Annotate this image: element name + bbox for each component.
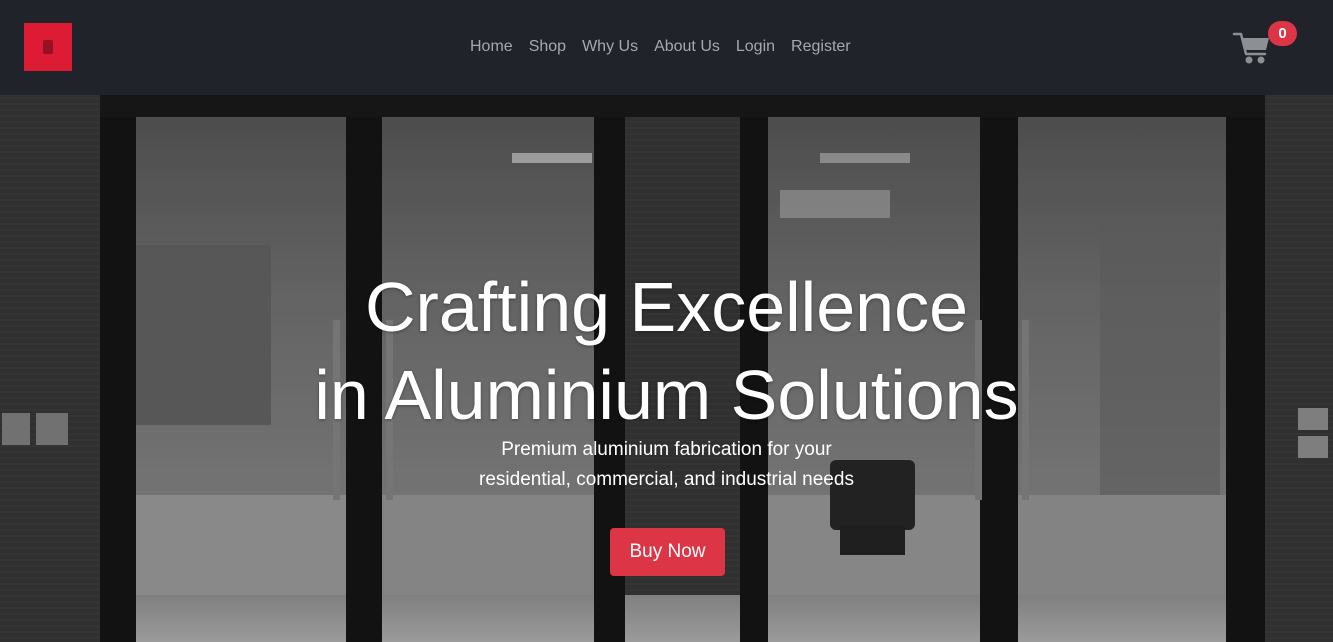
logo-mark-icon: [43, 40, 53, 54]
buy-now-button[interactable]: Buy Now: [610, 528, 725, 576]
nav-shop[interactable]: Shop: [529, 36, 566, 58]
nav-about-us[interactable]: About Us: [654, 36, 720, 58]
nav-register[interactable]: Register: [791, 36, 851, 58]
nav-login[interactable]: Login: [736, 36, 775, 58]
hero-section: Crafting Excellence in Aluminium Solutio…: [0, 95, 1333, 642]
hero-subtitle-line-1: Premium aluminium fabrication for your: [501, 439, 832, 460]
hero-title: Crafting Excellence in Aluminium Solutio…: [0, 263, 1333, 439]
hero-title-line-1: Crafting Excellence: [364, 268, 969, 346]
hero-title-line-2: in Aluminium Solutions: [314, 356, 1019, 434]
shopping-cart-icon[interactable]: [1232, 28, 1272, 66]
navbar: Home Shop Why Us About Us Login Register…: [0, 0, 1333, 95]
hero-subtitle-line-2: residential, commercial, and industrial …: [479, 469, 854, 490]
nav-why-us[interactable]: Why Us: [582, 36, 638, 58]
hero-subtitle: Premium aluminium fabrication for your r…: [0, 435, 1333, 495]
cart-count-badge: 0: [1268, 21, 1297, 46]
brand-logo[interactable]: [24, 23, 72, 71]
nav-home[interactable]: Home: [470, 36, 513, 58]
main-nav: Home Shop Why Us About Us Login Register: [470, 36, 851, 58]
